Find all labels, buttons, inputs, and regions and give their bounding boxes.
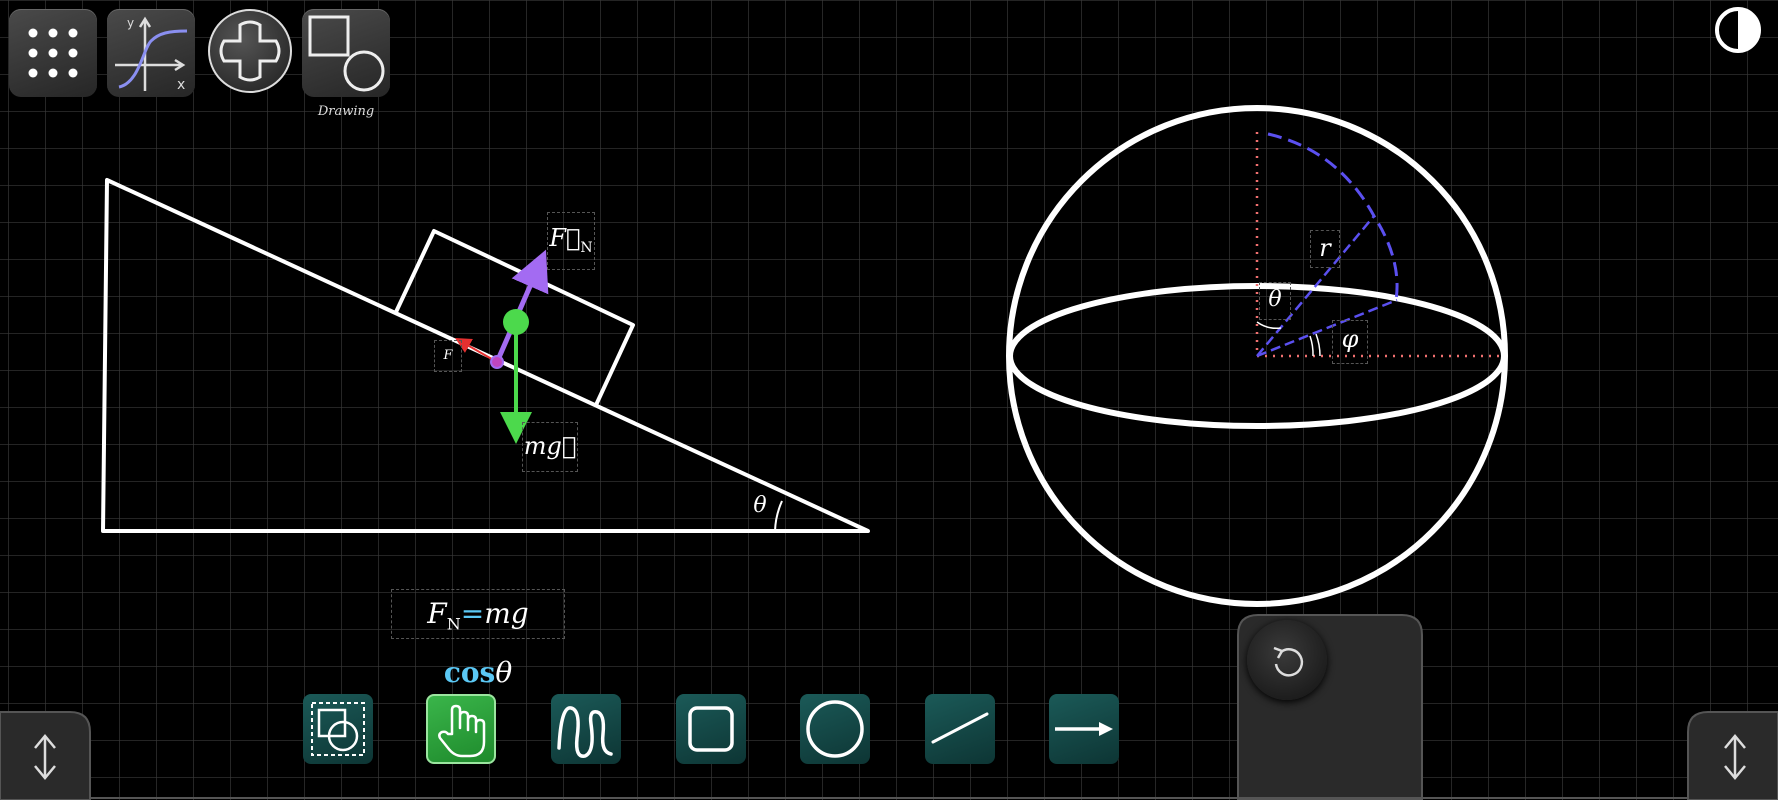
- hand-icon: [438, 704, 486, 758]
- line-icon: [931, 712, 989, 744]
- undo-button[interactable]: [1247, 620, 1327, 700]
- normal-force-sub: N: [580, 239, 593, 256]
- svg-text:x: x: [177, 77, 185, 93]
- sphere-phi-symbol: φ: [1341, 325, 1359, 353]
- hand-tool[interactable]: [426, 694, 496, 764]
- center-of-mass[interactable]: [503, 309, 529, 335]
- sphere-theta-symbol: θ: [1268, 287, 1282, 312]
- normal-force-formula[interactable]: FN=mg cosθ: [391, 589, 565, 689]
- sphere-r-symbol: r: [1319, 234, 1331, 262]
- circle-tool[interactable]: [800, 694, 870, 764]
- formula-lhs-sub: N: [446, 614, 461, 634]
- contrast-icon[interactable]: [1713, 5, 1763, 55]
- select-tool[interactable]: [303, 694, 373, 764]
- friction-label[interactable]: F: [434, 340, 462, 372]
- arrow-icon: [1055, 722, 1113, 736]
- drawing-caption: Drawing: [317, 104, 375, 119]
- sphere-phi-label[interactable]: φ: [1332, 320, 1368, 364]
- circle-icon: [806, 700, 864, 758]
- rectangle-icon: [688, 706, 734, 752]
- drawing-button[interactable]: [302, 9, 390, 97]
- incline-angle-label[interactable]: θ: [745, 490, 775, 522]
- formula-lhs: F: [427, 597, 447, 630]
- freehand-tool[interactable]: [551, 694, 621, 764]
- normal-force-symbol: F⃗: [549, 224, 581, 252]
- grid-background: [0, 0, 1778, 800]
- formula-mg: mg: [484, 597, 529, 630]
- dpad-button[interactable]: [208, 9, 292, 93]
- undo-icon: [1273, 646, 1304, 677]
- expand-right-icon[interactable]: [1715, 732, 1755, 782]
- graph-button[interactable]: y x: [107, 9, 195, 97]
- rectangle-tool[interactable]: [676, 694, 746, 764]
- sphere-r-label[interactable]: r: [1310, 230, 1340, 268]
- incline-angle-symbol: θ: [753, 493, 767, 518]
- weight-symbol: mg⃗: [523, 432, 577, 460]
- expand-left-icon[interactable]: [25, 732, 65, 782]
- weight-label[interactable]: mg⃗: [522, 422, 578, 472]
- sphere-theta-label[interactable]: θ: [1259, 282, 1291, 320]
- formula-equals: =: [460, 597, 485, 630]
- arrow-tool[interactable]: [1049, 694, 1119, 764]
- function-graph-icon: y x: [115, 16, 188, 93]
- contact-point[interactable]: [490, 355, 504, 369]
- shapes-icon: [308, 15, 385, 92]
- apps-menu-button[interactable]: [9, 9, 97, 97]
- freehand-icon: [557, 706, 613, 758]
- svg-text:y: y: [127, 16, 134, 30]
- selection-icon: [311, 702, 365, 756]
- friction-symbol: F: [443, 348, 453, 363]
- formula-theta: θ: [495, 655, 513, 689]
- dpad-icon: [219, 20, 281, 82]
- grid-dots-icon: [28, 28, 78, 78]
- normal-force-label[interactable]: F⃗N: [547, 212, 595, 270]
- line-tool[interactable]: [925, 694, 995, 764]
- formula-cos: cos: [443, 655, 496, 689]
- drawing-canvas[interactable]: [0, 0, 1778, 800]
